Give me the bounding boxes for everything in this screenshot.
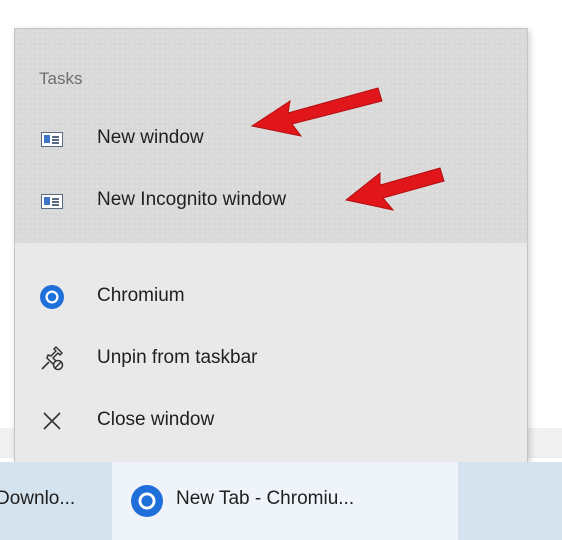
new-window-label: New window — [97, 127, 204, 148]
close-window-item[interactable]: Close window — [15, 393, 527, 449]
close-window-label: Close window — [97, 409, 215, 430]
chromium-icon — [130, 484, 164, 523]
close-icon — [39, 410, 65, 432]
taskbar-item-downloads[interactable]: Downlo... — [0, 462, 112, 540]
chromium-icon — [39, 285, 65, 309]
jump-list-menu: Tasks New window New Incognito window Ch… — [14, 28, 528, 463]
tasks-header: Tasks — [39, 69, 83, 88]
new-incognito-window-label: New Incognito window — [97, 189, 287, 210]
taskbar-item-label: New Tab - Chromiu... — [176, 488, 355, 509]
taskbar: Downlo... New Tab - Chromiu... — [0, 462, 562, 540]
new-window-item[interactable]: New window — [15, 111, 527, 167]
unpin-from-taskbar-label: Unpin from taskbar — [97, 347, 258, 368]
window-icon — [39, 190, 65, 212]
taskbar-item-new-tab-chromium[interactable]: New Tab - Chromiu... — [112, 462, 458, 540]
new-incognito-window-item[interactable]: New Incognito window — [15, 173, 527, 229]
tasks-section: Tasks New window New Incognito window — [15, 29, 527, 243]
taskbar-item-label: Downlo... — [0, 488, 76, 509]
unpin-icon — [39, 346, 65, 371]
window-icon — [39, 128, 65, 150]
unpin-from-taskbar-item[interactable]: Unpin from taskbar — [15, 331, 527, 387]
chromium-item[interactable]: Chromium — [15, 269, 527, 325]
chromium-label: Chromium — [97, 285, 185, 306]
